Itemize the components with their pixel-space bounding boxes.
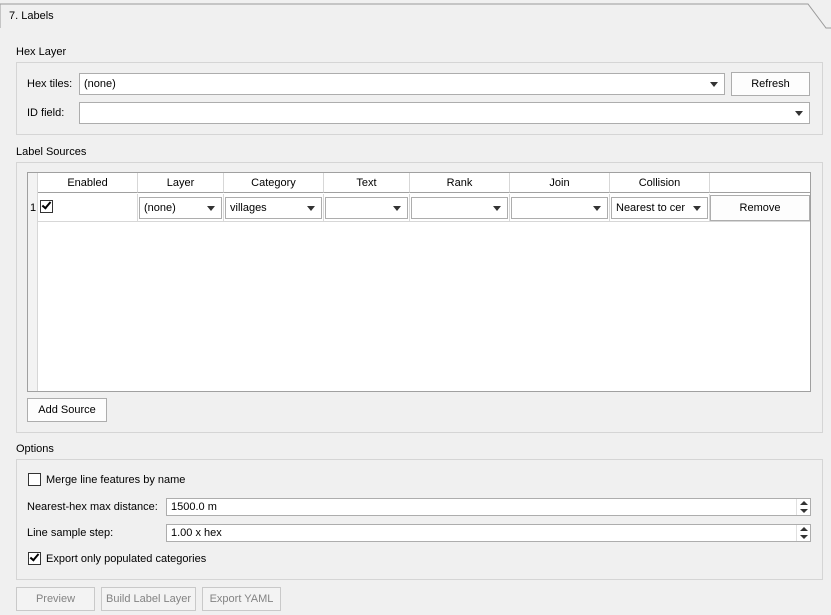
chevron-down-icon	[207, 206, 215, 211]
chevron-down-icon	[393, 206, 401, 211]
category-value: villages	[230, 202, 267, 214]
spin-up-icon[interactable]	[800, 527, 808, 531]
tab-outline	[0, 3, 831, 29]
checkmark-icon	[41, 199, 52, 210]
table-cell-category: villages	[224, 194, 324, 222]
spin-buttons[interactable]	[796, 525, 810, 541]
build-label-layer-button[interactable]: Build Label Layer	[101, 587, 196, 611]
nearest-distance-spinbox[interactable]: 1500.0 m	[166, 498, 811, 516]
text-combo[interactable]	[325, 197, 408, 219]
row-number: 1	[29, 202, 37, 214]
table-cell-join	[510, 194, 610, 222]
chevron-down-icon	[795, 111, 803, 116]
tab-labels[interactable]: 7. Labels	[9, 10, 54, 22]
table-cell-layer: (none)	[138, 194, 224, 222]
chevron-down-icon	[593, 206, 601, 211]
export-only-label: Export only populated categories	[46, 553, 207, 565]
nearest-distance-value: 1500.0 m	[171, 501, 217, 513]
refresh-button[interactable]: Refresh	[731, 72, 810, 96]
line-sample-value: 1.00 x hex	[171, 527, 222, 539]
hex-tiles-label: Hex tiles:	[27, 78, 73, 90]
chevron-down-icon	[493, 206, 501, 211]
spin-buttons[interactable]	[796, 499, 810, 515]
id-field-combo[interactable]	[79, 102, 810, 124]
column-header-category[interactable]: Category	[224, 173, 324, 193]
label-sources-table[interactable]: Enabled Layer Category Text Rank Join Co…	[27, 172, 811, 392]
column-header-enabled[interactable]: Enabled	[38, 173, 138, 193]
hex-tiles-value: (none)	[84, 78, 116, 90]
column-header-layer[interactable]: Layer	[138, 173, 224, 193]
remove-button[interactable]: Remove	[710, 195, 810, 221]
hex-layer-title: Hex Layer	[16, 46, 67, 58]
line-sample-label: Line sample step:	[27, 527, 114, 539]
collision-combo[interactable]: Nearest to cer	[611, 197, 708, 219]
nearest-distance-label: Nearest-hex max distance:	[27, 501, 158, 513]
column-header-collision[interactable]: Collision	[610, 173, 710, 193]
category-combo[interactable]: villages	[225, 197, 322, 219]
layer-value: (none)	[144, 202, 176, 214]
chevron-down-icon	[307, 206, 315, 211]
id-field-label: ID field:	[27, 107, 65, 119]
merge-lines-label: Merge line features by name	[46, 474, 186, 486]
add-source-button[interactable]: Add Source	[27, 398, 107, 422]
column-header-actions	[710, 173, 810, 193]
export-yaml-button[interactable]: Export YAML	[202, 587, 281, 611]
spin-up-icon[interactable]	[800, 501, 808, 505]
table-cell-enabled	[38, 194, 138, 222]
column-header-rank[interactable]: Rank	[410, 173, 510, 193]
table-cell-collision: Nearest to cer	[610, 194, 710, 222]
spin-down-icon[interactable]	[800, 535, 808, 539]
checkmark-icon	[29, 551, 40, 562]
table-cell-text	[324, 194, 410, 222]
layer-combo[interactable]: (none)	[139, 197, 222, 219]
options-title: Options	[16, 443, 54, 455]
column-header-join[interactable]: Join	[510, 173, 610, 193]
table-cell-rank	[410, 194, 510, 222]
line-sample-spinbox[interactable]: 1.00 x hex	[166, 524, 811, 542]
hex-tiles-combo[interactable]: (none)	[79, 73, 725, 95]
join-combo[interactable]	[511, 197, 608, 219]
chevron-down-icon	[693, 206, 701, 211]
preview-button[interactable]: Preview	[16, 587, 95, 611]
column-header-text[interactable]: Text	[324, 173, 410, 193]
chevron-down-icon	[710, 82, 718, 87]
label-sources-title: Label Sources	[16, 146, 87, 158]
spin-down-icon[interactable]	[800, 509, 808, 513]
rank-combo[interactable]	[411, 197, 508, 219]
collision-value: Nearest to cer	[616, 202, 686, 214]
export-only-checkbox[interactable]	[28, 551, 41, 565]
table-cell-remove: Remove	[710, 194, 810, 222]
enabled-checkbox[interactable]	[40, 199, 53, 213]
merge-lines-checkbox[interactable]	[28, 473, 41, 486]
